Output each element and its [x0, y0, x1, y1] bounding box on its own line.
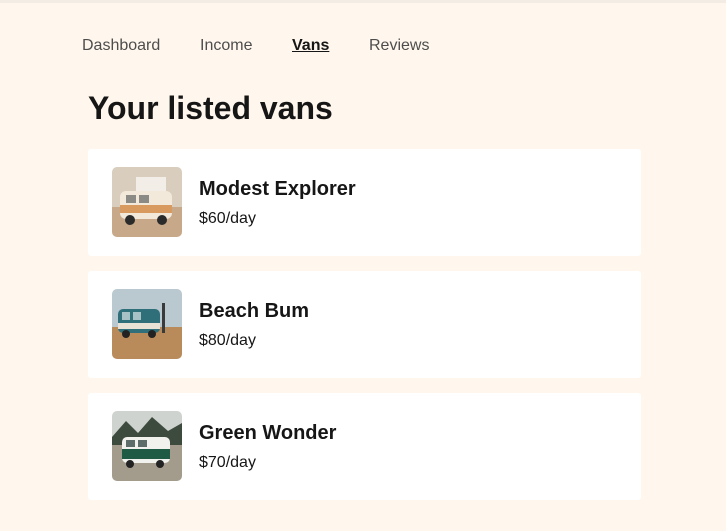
- host-nav: Dashboard Income Vans Reviews: [82, 36, 439, 56]
- nav-link-reviews[interactable]: Reviews: [369, 36, 439, 56]
- van-photo-beige: [112, 167, 182, 237]
- van-price: $80/day: [199, 332, 256, 349]
- van-card-modest-explorer[interactable]: Modest Explorer $60/day: [88, 149, 641, 256]
- van-price: $60/day: [199, 210, 256, 227]
- top-divider: [0, 0, 726, 3]
- nav-link-vans[interactable]: Vans: [292, 36, 369, 56]
- van-price: $70/day: [199, 454, 256, 471]
- van-photo-green: [112, 411, 182, 481]
- van-name: Green Wonder: [199, 422, 337, 444]
- van-list: Modest Explorer $60/day Beach Bum $80/da…: [88, 149, 641, 515]
- van-name: Beach Bum: [199, 300, 310, 322]
- van-card-beach-bum[interactable]: Beach Bum $80/day: [88, 271, 641, 378]
- van-photo-teal: [112, 289, 182, 359]
- page-title: Your listed vans: [88, 90, 333, 126]
- nav-link-income[interactable]: Income: [200, 36, 292, 56]
- van-card-green-wonder[interactable]: Green Wonder $70/day: [88, 393, 641, 500]
- nav-link-dashboard[interactable]: Dashboard: [82, 36, 200, 56]
- van-name: Modest Explorer: [199, 178, 356, 200]
